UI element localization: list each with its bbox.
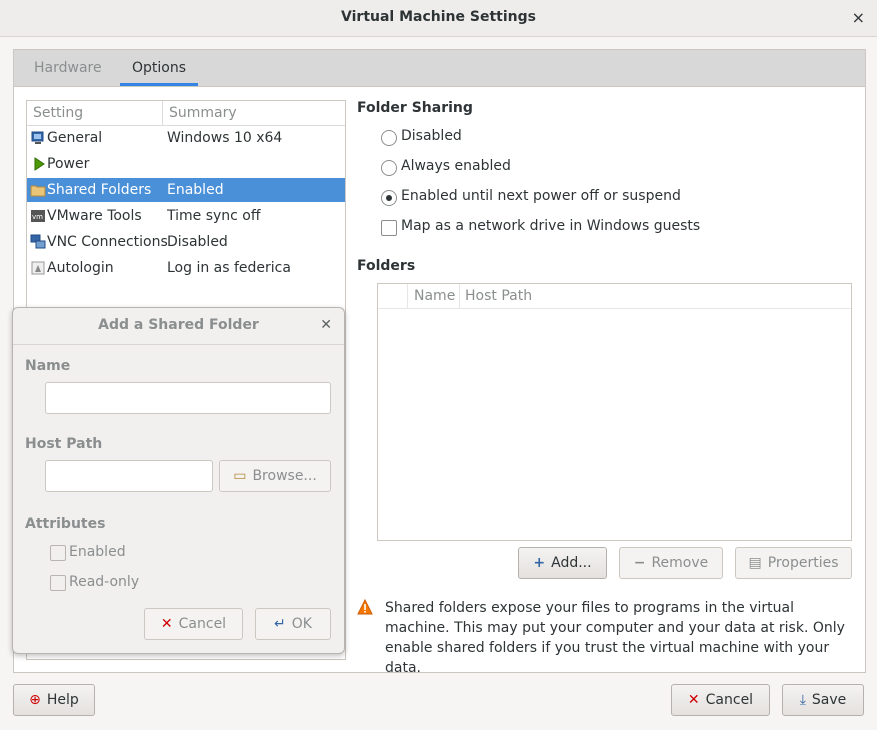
- add-folder-button[interactable]: + Add...: [518, 547, 607, 579]
- radio-always-enabled[interactable]: [381, 160, 397, 176]
- tab-bar: Hardware Options: [14, 50, 865, 87]
- summary-label: Disabled: [167, 234, 228, 250]
- setting-label: VNC Connections: [47, 234, 168, 250]
- save-button[interactable]: ⤓ Save: [782, 684, 864, 716]
- folder-sharing-title: Folder Sharing: [357, 100, 473, 116]
- column-name[interactable]: Name: [414, 288, 455, 304]
- dialog-host-path-label: Host Path: [25, 436, 103, 452]
- power-icon: [34, 157, 45, 171]
- settings-row-general[interactable]: General Windows 10 x64: [27, 126, 345, 150]
- cancel-icon: ✕: [160, 616, 173, 632]
- dialog-attributes-label: Attributes: [25, 516, 106, 532]
- setting-label: General: [47, 130, 103, 146]
- properties-icon: ▤: [748, 555, 762, 571]
- help-label: Help: [46, 692, 79, 708]
- enabled-checkbox[interactable]: [50, 545, 66, 561]
- window-title: Virtual Machine Settings: [341, 9, 536, 25]
- radio-always-enabled-label[interactable]: Always enabled: [401, 158, 511, 174]
- cancel-label: Cancel: [705, 692, 754, 708]
- settings-row-vmware-tools[interactable]: vm VMware Tools Time sync off: [27, 204, 345, 228]
- radio-disabled[interactable]: [381, 130, 397, 146]
- read-only-checkbox[interactable]: [50, 575, 66, 591]
- add-shared-folder-dialog: Add a Shared Folder ✕ Name Host Path ▭ Br…: [12, 307, 345, 654]
- folder-icon: [30, 185, 46, 197]
- radio-disabled-label[interactable]: Disabled: [401, 128, 462, 144]
- vnc-icon: [30, 234, 46, 249]
- cancel-icon: ✕: [687, 692, 700, 708]
- column-setting[interactable]: Setting: [33, 105, 83, 121]
- column-host-path[interactable]: Host Path: [465, 288, 532, 304]
- map-network-drive-checkbox[interactable]: [381, 220, 397, 236]
- map-network-drive-label[interactable]: Map as a network drive in Windows guests: [401, 218, 700, 234]
- vmware-tools-icon: vm: [31, 210, 45, 222]
- read-only-checkbox-label[interactable]: Read-only: [69, 574, 139, 590]
- browse-label: Browse...: [252, 468, 317, 484]
- folders-table[interactable]: Name Host Path: [377, 283, 852, 541]
- warning-icon: [357, 599, 373, 615]
- column-summary[interactable]: Summary: [169, 105, 237, 121]
- setting-label: VMware Tools: [47, 208, 142, 224]
- dialog-cancel-label: Cancel: [178, 616, 227, 632]
- setting-label: Power: [47, 156, 90, 172]
- setting-label: Shared Folders: [47, 182, 152, 198]
- folder-icon: ▭: [233, 468, 247, 484]
- window-close-button[interactable]: ×: [852, 8, 865, 27]
- help-icon: ⊕: [29, 692, 41, 708]
- dialog-close-button[interactable]: ✕: [320, 317, 332, 333]
- add-folder-label: Add...: [551, 555, 592, 571]
- help-button[interactable]: ⊕ Help: [13, 684, 95, 716]
- tab-hardware[interactable]: Hardware: [22, 50, 114, 86]
- summary-label: Windows 10 x64: [167, 130, 283, 146]
- remove-folder-button[interactable]: − Remove: [619, 547, 723, 579]
- enabled-checkbox-label[interactable]: Enabled: [69, 544, 126, 560]
- dialog-ok-label: OK: [291, 616, 312, 632]
- window-titlebar: Virtual Machine Settings ×: [0, 0, 877, 37]
- folders-title: Folders: [357, 258, 416, 274]
- plus-icon: +: [533, 555, 546, 571]
- properties-button[interactable]: ▤ Properties: [735, 547, 852, 579]
- general-icon: [31, 131, 44, 144]
- enter-icon: ↵: [274, 616, 286, 632]
- host-path-input[interactable]: [45, 460, 213, 492]
- settings-row-autologin[interactable]: Autologin Log in as federica: [27, 256, 345, 280]
- folders-table-header: Name Host Path: [378, 284, 851, 309]
- dialog-name-label: Name: [25, 358, 71, 374]
- dialog-cancel-button[interactable]: ✕ Cancel: [144, 608, 243, 640]
- settings-row-shared-folders[interactable]: Shared Folders Enabled: [27, 178, 345, 202]
- remove-folder-label: Remove: [651, 555, 709, 571]
- dialog-title: Add a Shared Folder: [98, 317, 259, 333]
- autologin-icon: [31, 261, 45, 275]
- settings-list-header: Setting Summary: [27, 101, 345, 126]
- tab-options[interactable]: Options: [120, 50, 199, 86]
- svg-text:vm: vm: [32, 213, 43, 221]
- summary-label: Time sync off: [167, 208, 261, 224]
- warning-text: Shared folders expose your files to prog…: [385, 600, 845, 676]
- dialog-ok-button[interactable]: ↵ OK: [255, 608, 331, 640]
- summary-label: Log in as federica: [167, 260, 291, 276]
- minus-icon: −: [633, 555, 646, 571]
- folder-name-input[interactable]: [45, 382, 331, 414]
- properties-label: Properties: [767, 555, 839, 571]
- settings-row-vnc-connections[interactable]: VNC Connections Disabled: [27, 230, 345, 254]
- summary-label: Enabled: [167, 182, 224, 198]
- save-label: Save: [811, 692, 847, 708]
- settings-row-power[interactable]: Power: [27, 152, 345, 176]
- radio-enabled-until-power-off-label[interactable]: Enabled until next power off or suspend: [401, 188, 681, 204]
- setting-label: Autologin: [47, 260, 114, 276]
- radio-enabled-until-power-off[interactable]: [381, 190, 397, 206]
- browse-button[interactable]: ▭ Browse...: [219, 460, 331, 492]
- dialog-titlebar: Add a Shared Folder ✕: [13, 308, 344, 345]
- cancel-button[interactable]: ✕ Cancel: [671, 684, 770, 716]
- save-icon: ⤓: [799, 692, 806, 708]
